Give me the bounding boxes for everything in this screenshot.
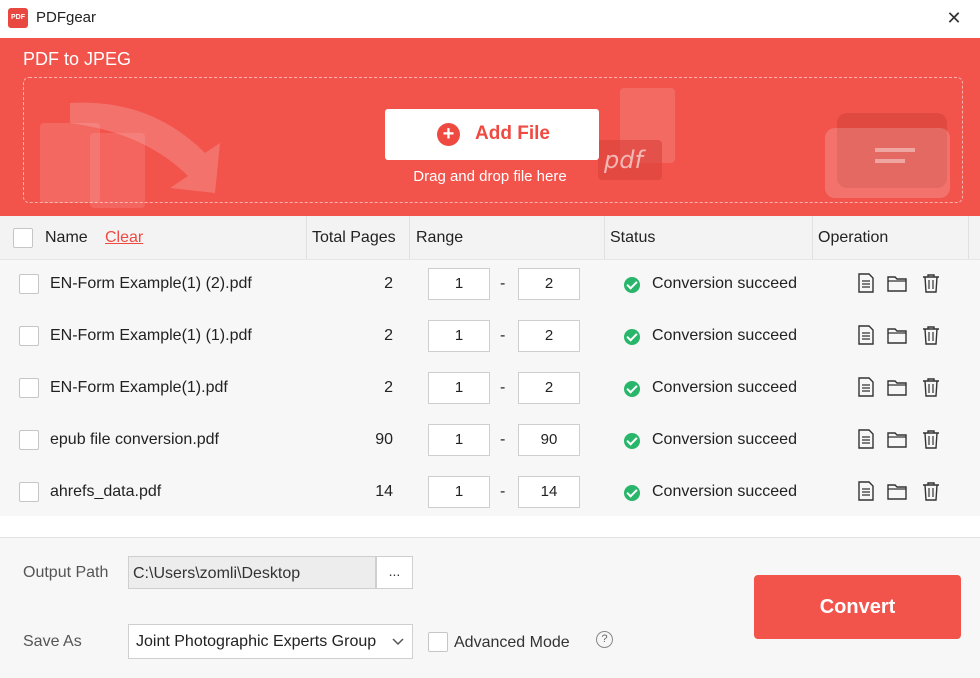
file-name: EN-Form Example(1) (1).pdf bbox=[50, 327, 252, 344]
range-to-input[interactable]: 2 bbox=[518, 268, 580, 300]
table-row: EN-Form Example(1) (1).pdf 2 1 - 2 Conve… bbox=[0, 320, 980, 372]
convert-button[interactable]: Convert bbox=[754, 575, 961, 639]
column-status: Status bbox=[610, 229, 656, 246]
open-file-icon[interactable] bbox=[855, 324, 877, 346]
clear-link[interactable]: Clear bbox=[105, 229, 143, 247]
row-checkbox[interactable] bbox=[19, 274, 39, 294]
advanced-mode-label: Advanced Mode bbox=[454, 634, 570, 651]
range-from-input[interactable]: 1 bbox=[428, 320, 490, 352]
column-divider bbox=[968, 216, 969, 259]
advanced-mode-checkbox[interactable] bbox=[428, 632, 448, 652]
status-text: Conversion succeed bbox=[652, 431, 797, 448]
range-separator: - bbox=[500, 483, 506, 500]
open-file-icon[interactable] bbox=[855, 428, 877, 450]
app-title: PDFgear bbox=[36, 9, 97, 26]
total-pages: 2 bbox=[384, 379, 393, 396]
range-separator: - bbox=[500, 327, 506, 344]
help-icon[interactable]: ? bbox=[596, 631, 613, 648]
total-pages: 2 bbox=[384, 327, 393, 344]
status-text: Conversion succeed bbox=[652, 379, 797, 396]
range-separator: - bbox=[500, 379, 506, 396]
column-divider bbox=[306, 216, 307, 259]
file-name: epub file conversion.pdf bbox=[50, 431, 219, 448]
range-from-input[interactable]: 1 bbox=[428, 268, 490, 300]
status-text: Conversion succeed bbox=[652, 275, 797, 292]
delete-icon[interactable] bbox=[920, 376, 942, 398]
save-as-label: Save As bbox=[23, 633, 82, 650]
row-checkbox[interactable] bbox=[19, 378, 39, 398]
range-from-input[interactable]: 1 bbox=[428, 424, 490, 456]
output-path-label: Output Path bbox=[23, 564, 109, 581]
file-name: ahrefs_data.pdf bbox=[50, 483, 162, 500]
open-folder-icon[interactable] bbox=[886, 324, 908, 346]
delete-icon[interactable] bbox=[920, 480, 942, 502]
table-row: epub file conversion.pdf 90 1 - 90 Conve… bbox=[0, 424, 980, 476]
footer-panel: Output Path C:\Users\zomli\Desktop ... S… bbox=[0, 538, 980, 678]
file-name: EN-Form Example(1).pdf bbox=[50, 379, 228, 396]
save-as-value: Joint Photographic Experts Group bbox=[136, 633, 377, 650]
column-divider bbox=[604, 216, 605, 259]
column-divider bbox=[409, 216, 410, 259]
column-divider bbox=[812, 216, 813, 259]
range-separator: - bbox=[500, 275, 506, 292]
title-bar: PDF PDFgear ✕ bbox=[0, 0, 980, 38]
success-check-icon bbox=[624, 485, 640, 501]
column-total-pages: Total Pages bbox=[312, 229, 396, 246]
save-as-select[interactable]: Joint Photographic Experts Group bbox=[128, 624, 413, 659]
range-to-input[interactable]: 90 bbox=[518, 424, 580, 456]
row-checkbox[interactable] bbox=[19, 430, 39, 450]
table-row: EN-Form Example(1).pdf 2 1 - 2 Conversio… bbox=[0, 372, 980, 424]
table-header: Name Clear Total Pages Range Status Oper… bbox=[0, 216, 980, 260]
column-operation: Operation bbox=[818, 229, 889, 246]
row-checkbox[interactable] bbox=[19, 482, 39, 502]
range-to-input[interactable]: 2 bbox=[518, 320, 580, 352]
add-file-button[interactable]: + Add File bbox=[385, 109, 599, 160]
delete-icon[interactable] bbox=[920, 272, 942, 294]
open-folder-icon[interactable] bbox=[886, 272, 908, 294]
range-from-input[interactable]: 1 bbox=[428, 372, 490, 404]
output-path-field[interactable]: C:\Users\zomli\Desktop bbox=[128, 556, 376, 589]
table-row: EN-Form Example(1) (2).pdf 2 1 - 2 Conve… bbox=[0, 268, 980, 320]
drop-header: pdf PDF to JPEG + Add File Drag and drop… bbox=[0, 38, 980, 216]
open-file-icon[interactable] bbox=[855, 480, 877, 502]
success-check-icon bbox=[624, 433, 640, 449]
success-check-icon bbox=[624, 277, 640, 293]
pdfgear-logo-icon: PDF bbox=[8, 8, 28, 28]
delete-icon[interactable] bbox=[920, 324, 942, 346]
add-file-label: Add File bbox=[475, 123, 550, 144]
table-row: ahrefs_data.pdf 14 1 - 14 Conversion suc… bbox=[0, 476, 980, 528]
status-text: Conversion succeed bbox=[652, 483, 797, 500]
range-separator: - bbox=[500, 431, 506, 448]
file-name: EN-Form Example(1) (2).pdf bbox=[50, 275, 252, 292]
total-pages: 14 bbox=[375, 483, 393, 500]
success-check-icon bbox=[624, 329, 640, 345]
file-table: Name Clear Total Pages Range Status Oper… bbox=[0, 216, 980, 516]
range-to-input[interactable]: 2 bbox=[518, 372, 580, 404]
open-file-icon[interactable] bbox=[855, 376, 877, 398]
open-folder-icon[interactable] bbox=[886, 480, 908, 502]
drop-hint: Drag and drop file here bbox=[413, 168, 567, 185]
column-range: Range bbox=[416, 229, 464, 246]
select-all-checkbox[interactable] bbox=[13, 228, 33, 248]
delete-icon[interactable] bbox=[920, 428, 942, 450]
open-folder-icon[interactable] bbox=[886, 428, 908, 450]
page-title: PDF to JPEG bbox=[23, 49, 132, 69]
chevron-down-icon bbox=[392, 638, 404, 646]
range-to-input[interactable]: 14 bbox=[518, 476, 580, 508]
row-checkbox[interactable] bbox=[19, 326, 39, 346]
open-file-icon[interactable] bbox=[855, 272, 877, 294]
range-from-input[interactable]: 1 bbox=[428, 476, 490, 508]
column-name: Name bbox=[45, 229, 88, 246]
total-pages: 90 bbox=[375, 431, 393, 448]
plus-circle-icon: + bbox=[437, 123, 460, 146]
success-check-icon bbox=[624, 381, 640, 397]
browse-button[interactable]: ... bbox=[376, 556, 413, 589]
status-text: Conversion succeed bbox=[652, 327, 797, 344]
close-button[interactable]: ✕ bbox=[942, 6, 966, 30]
total-pages: 2 bbox=[384, 275, 393, 292]
open-folder-icon[interactable] bbox=[886, 376, 908, 398]
